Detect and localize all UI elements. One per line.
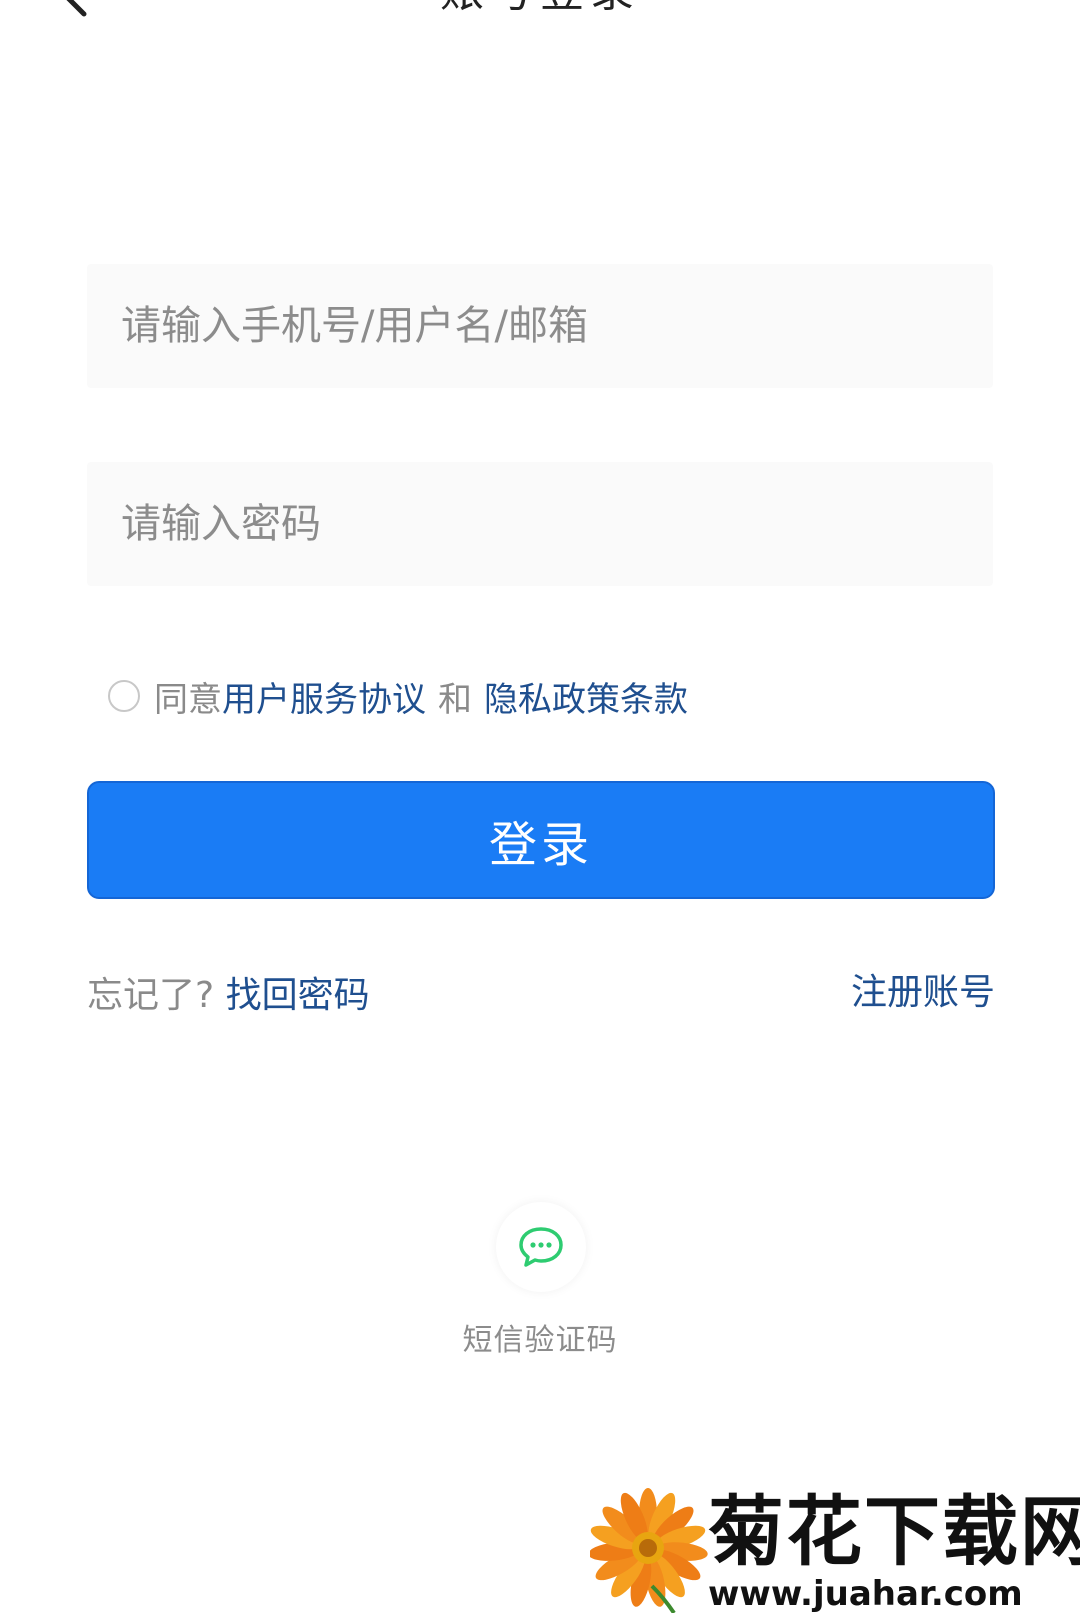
recover-password-link[interactable]: 找回密码 — [226, 975, 370, 1016]
site-watermark: 菊花下载网 www.juahar.com — [590, 1486, 1080, 1614]
account-input[interactable] — [119, 302, 993, 350]
watermark-url: www.juahar.com — [708, 1574, 1023, 1614]
password-input[interactable] — [119, 500, 993, 548]
password-input-container[interactable] — [87, 462, 993, 586]
agree-label: 同意 — [154, 679, 222, 720]
sms-login-button[interactable] — [496, 1202, 586, 1292]
page-title: 账号登录 — [0, 0, 1080, 14]
agreement-row: 同意 用户服务协议 和 隐私政策条款 — [108, 670, 688, 722]
login-button[interactable]: 登录 — [87, 781, 995, 899]
sms-login-label: 短信验证码 — [462, 1323, 618, 1358]
forgot-label: 忘记了? — [87, 975, 215, 1016]
watermark-title: 菊花下载网 — [708, 1487, 1080, 1576]
top-bar: 账号登录 — [0, 0, 1080, 40]
privacy-policy-link[interactable]: 隐私政策条款 — [484, 672, 688, 721]
register-link[interactable]: 注册账号 — [851, 963, 995, 1015]
user-agreement-link[interactable]: 用户服务协议 — [222, 672, 426, 721]
and-label: 和 — [438, 679, 472, 720]
forgot-password-row: 忘记了? 找回密码 — [87, 966, 370, 1018]
agreement-radio[interactable] — [108, 680, 140, 712]
account-input-container[interactable] — [87, 264, 993, 388]
flower-logo-icon — [590, 1488, 708, 1613]
chat-bubble-icon — [519, 1227, 563, 1267]
